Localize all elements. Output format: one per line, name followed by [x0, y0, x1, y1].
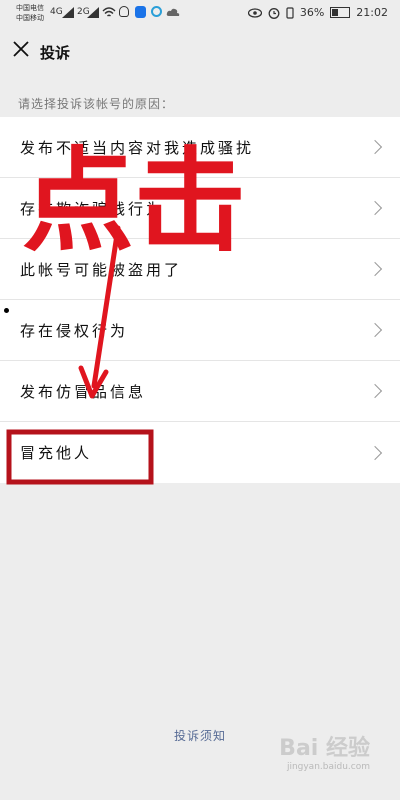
signal-icon — [62, 7, 74, 18]
network-type-1: 4G — [50, 7, 63, 17]
page-title: 投诉 — [40, 44, 71, 62]
header: 投诉 — [0, 28, 400, 74]
carrier-names: 中国电信 中国移动 — [16, 4, 44, 22]
baidu-watermark: Bai 经验 jingyan.baidu.com — [279, 736, 370, 772]
reason-item-impersonation[interactable]: 冒充他人 — [0, 422, 400, 483]
reason-label: 存在侵权行为 — [20, 321, 129, 340]
reason-label: 发布不适当内容对我造成骚扰 — [20, 138, 255, 157]
browser-icon — [151, 6, 162, 17]
reason-item-counterfeit[interactable]: 发布仿冒品信息 — [0, 361, 400, 422]
app-notification-icon — [135, 6, 146, 18]
qq-icon — [119, 6, 129, 17]
reason-item-stolen-account[interactable]: 此帐号可能被盗用了 — [0, 239, 400, 300]
close-icon[interactable] — [10, 38, 32, 60]
chevron-right-icon — [367, 200, 383, 216]
cursor-dot — [4, 308, 9, 313]
reason-label: 此帐号可能被盗用了 — [20, 260, 183, 279]
status-bar: 中国电信 中国移动 4G 2G 36% 21:02 — [0, 0, 400, 28]
reason-item-fraud[interactable]: 存在欺诈骗钱行为 — [0, 178, 400, 239]
chevron-right-icon — [367, 261, 383, 277]
chevron-right-icon — [367, 322, 383, 338]
reason-list: 发布不适当内容对我造成骚扰 存在欺诈骗钱行为 此帐号可能被盗用了 存在侵权行为 … — [0, 117, 400, 483]
chevron-right-icon — [367, 445, 383, 460]
eye-icon — [247, 7, 262, 18]
reason-label: 发布仿冒品信息 — [20, 382, 147, 401]
wifi-icon — [102, 7, 116, 17]
chevron-right-icon — [367, 383, 383, 399]
alarm-icon — [268, 7, 280, 19]
reason-label: 冒充他人 — [20, 444, 93, 462]
signal-icon-2 — [87, 7, 99, 18]
status-right: 36% 21:02 — [247, 6, 388, 19]
chevron-right-icon — [367, 139, 383, 155]
reason-item-infringement[interactable]: 存在侵权行为 — [0, 300, 400, 361]
reason-label: 存在欺诈骗钱行为 — [20, 199, 165, 218]
battery-percent: 36% — [299, 6, 325, 19]
clock: 21:02 — [356, 6, 388, 19]
reason-item-harassment[interactable]: 发布不适当内容对我造成骚扰 — [0, 117, 400, 178]
cloud-icon — [166, 8, 180, 16]
battery-icon — [330, 7, 351, 18]
vibrate-icon — [286, 6, 294, 19]
reason-prompt: 请选择投诉该帐号的原因： — [18, 97, 175, 111]
